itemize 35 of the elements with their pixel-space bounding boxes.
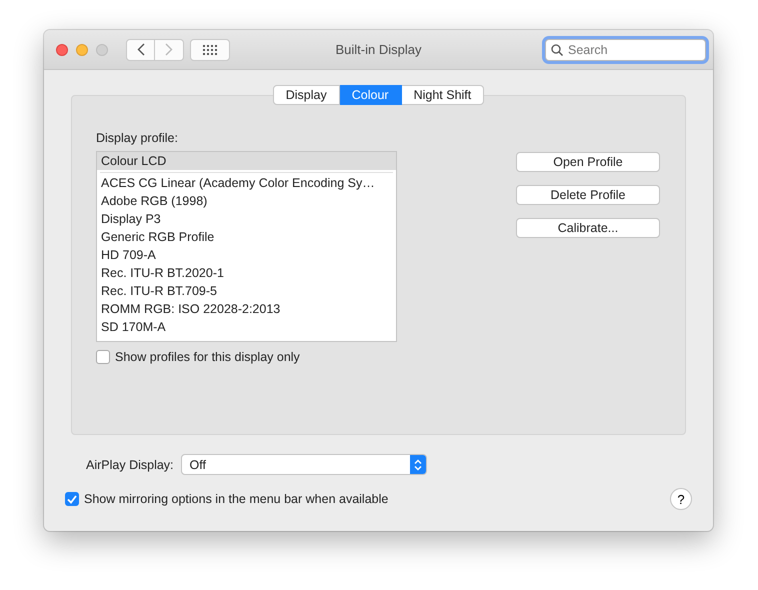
back-button[interactable] [126, 38, 155, 60]
list-item[interactable]: Generic RGB Profile [97, 228, 396, 246]
airplay-dropdown[interactable]: Off [180, 454, 427, 475]
profile-button[interactable]: Delete Profile [516, 185, 660, 205]
checkbox[interactable] [65, 492, 79, 506]
checkbox-label: Show mirroring options in the menu bar when available [84, 492, 388, 506]
help-button[interactable]: ? [670, 488, 692, 510]
minimize-button[interactable] [76, 44, 88, 56]
list-item[interactable]: Display P3 [97, 210, 396, 228]
checkbox-label: Show profiles for this display only [115, 350, 300, 364]
list-item[interactable]: ACES CG Linear (Academy Color Encoding Sy… [97, 174, 396, 192]
tab[interactable]: Colour [340, 85, 402, 105]
close-button[interactable] [56, 44, 68, 56]
field-label: Display profile: [96, 131, 179, 145]
list-item[interactable]: SD 170M-A [97, 318, 396, 336]
checkbox[interactable] [96, 350, 110, 364]
grid-icon [203, 44, 217, 54]
list-item[interactable]: Adobe RGB (1998) [97, 192, 396, 210]
field-label: AirPlay Display: [86, 458, 174, 472]
tab[interactable]: Night Shift [402, 85, 484, 105]
list-item[interactable]: ROMM RGB: ISO 22028-2:2013 [97, 300, 396, 318]
updown-chevron-icon [414, 458, 422, 470]
show-all-button[interactable] [190, 38, 230, 60]
search-icon [551, 44, 563, 56]
profile-button[interactable]: Calibrate... [516, 218, 660, 238]
search-field[interactable]: Search [545, 38, 706, 60]
tab[interactable]: Display [272, 85, 340, 105]
list-item[interactable]: Colour LCD [97, 152, 396, 170]
checkmark-icon [67, 494, 77, 504]
profile-button[interactable]: Open Profile [516, 152, 660, 172]
window-title: Built-in Display [336, 42, 422, 57]
list-item[interactable]: Rec. ITU-R BT.2020-1 [97, 264, 396, 282]
dropdown-value: Off [190, 458, 206, 472]
list-item[interactable]: Rec. ITU-R BT.709-5 [97, 282, 396, 300]
list-item[interactable]: HD 709-A [97, 246, 396, 264]
